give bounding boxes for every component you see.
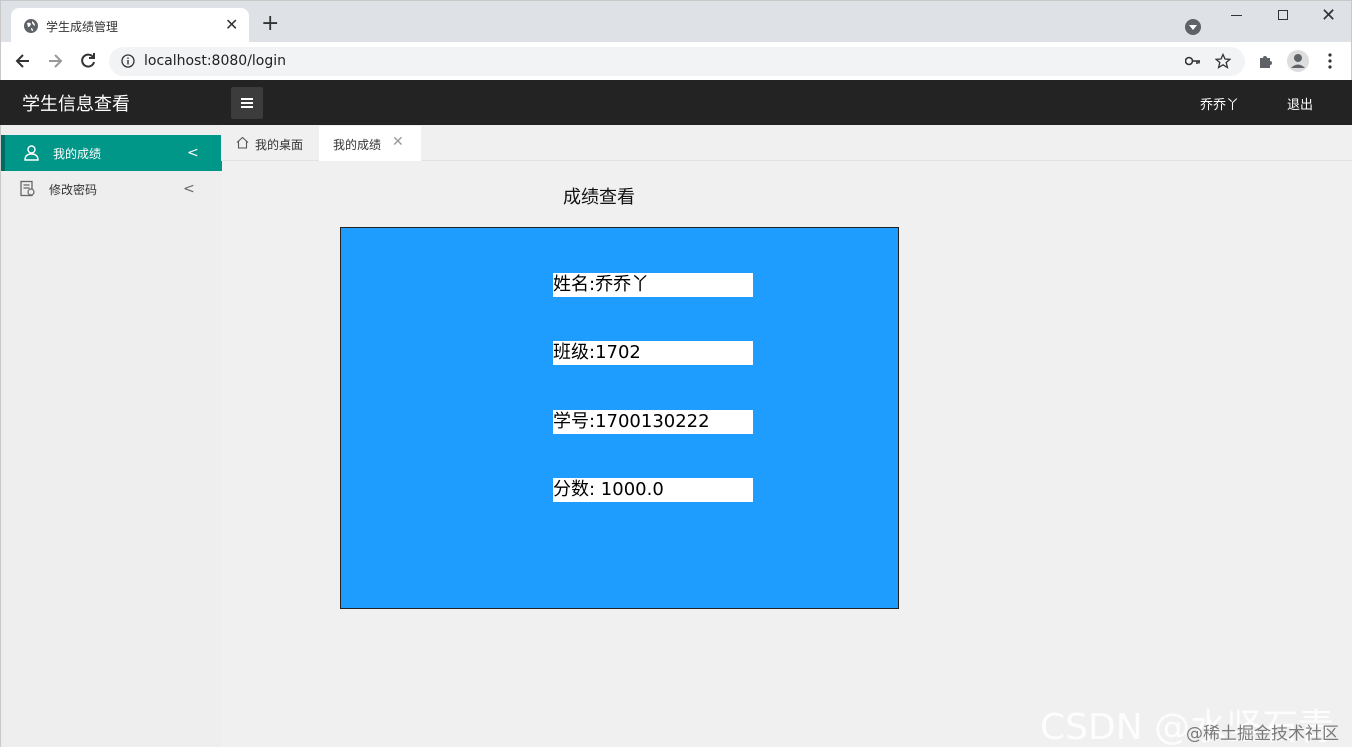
sidebar-item-label: 修改密码	[49, 183, 98, 197]
address-bar[interactable]: localhost:8080/login	[109, 47, 1245, 76]
score-field: 分数: 1000.0	[553, 478, 753, 502]
reload-icon[interactable]	[78, 51, 98, 71]
url-text: localhost:8080/login	[144, 53, 287, 69]
user-icon	[24, 145, 39, 161]
sidebar-item-my-grades[interactable]: 我的成绩 <	[1, 135, 222, 171]
info-icon[interactable]	[121, 54, 135, 68]
app-header: 学生信息查看 乔乔丫 退出	[0, 80, 1352, 125]
extensions-icon[interactable]	[1257, 52, 1275, 70]
minimize-icon[interactable]	[1231, 15, 1242, 16]
grades-card: 姓名:乔乔丫 班级:1702 学号:1700130222 分数: 1000.0	[340, 227, 899, 609]
student-id-field: 学号:1700130222	[553, 410, 753, 434]
main-content: 成绩查看 姓名:乔乔丫 班级:1702 学号:1700130222 分数: 10…	[221, 161, 1352, 747]
close-icon[interactable]: ✕	[392, 134, 404, 150]
home-icon	[236, 136, 249, 149]
tab-my-grades[interactable]: 我的成绩 ✕	[319, 126, 421, 161]
document-icon	[20, 180, 35, 197]
window-close-icon[interactable]: ✕	[1321, 5, 1336, 26]
globe-icon	[24, 19, 38, 33]
tab-label: 我的桌面	[255, 138, 304, 152]
tab-search-icon[interactable]	[1185, 19, 1201, 35]
star-icon[interactable]	[1215, 53, 1231, 69]
sidebar-item-label: 我的成绩	[53, 147, 102, 161]
browser-tabstrip: 学生成绩管理 ✕ + ✕	[0, 0, 1352, 44]
sidebar: 我的成绩 < 修改密码 <	[0, 125, 222, 747]
page-title: 成绩查看	[563, 187, 635, 208]
forward-icon[interactable]	[45, 51, 65, 71]
chevron-left-icon: <	[183, 181, 195, 197]
watermark-sub: @稀土掘金技术社区	[1186, 724, 1339, 744]
sidebar-item-change-password[interactable]: 修改密码 <	[1, 171, 222, 207]
back-icon[interactable]	[13, 51, 33, 71]
header-username[interactable]: 乔乔丫	[1200, 94, 1239, 113]
tab-label: 我的成绩	[333, 138, 382, 152]
logout-link[interactable]: 退出	[1287, 94, 1313, 113]
browser-tab[interactable]: 学生成绩管理 ✕	[11, 8, 249, 44]
class-field: 班级:1702	[553, 341, 753, 365]
close-icon[interactable]: ✕	[225, 17, 238, 33]
plus-icon[interactable]: +	[261, 13, 279, 35]
menu-dots-icon[interactable]	[1323, 52, 1337, 70]
page-tabs: 我的桌面 我的成绩 ✕	[221, 125, 1352, 161]
key-icon[interactable]	[1185, 54, 1201, 68]
app-logo: 学生信息查看	[22, 94, 130, 115]
account-icon[interactable]	[1287, 50, 1309, 72]
name-field: 姓名:乔乔丫	[553, 273, 753, 297]
chevron-left-icon: <	[187, 145, 199, 161]
hamburger-icon[interactable]	[231, 87, 263, 119]
maximize-icon[interactable]	[1278, 10, 1288, 20]
browser-tab-title: 学生成绩管理	[46, 20, 119, 34]
tab-my-desktop[interactable]: 我的桌面	[221, 126, 318, 161]
browser-toolbar: localhost:8080/login	[0, 42, 1352, 80]
